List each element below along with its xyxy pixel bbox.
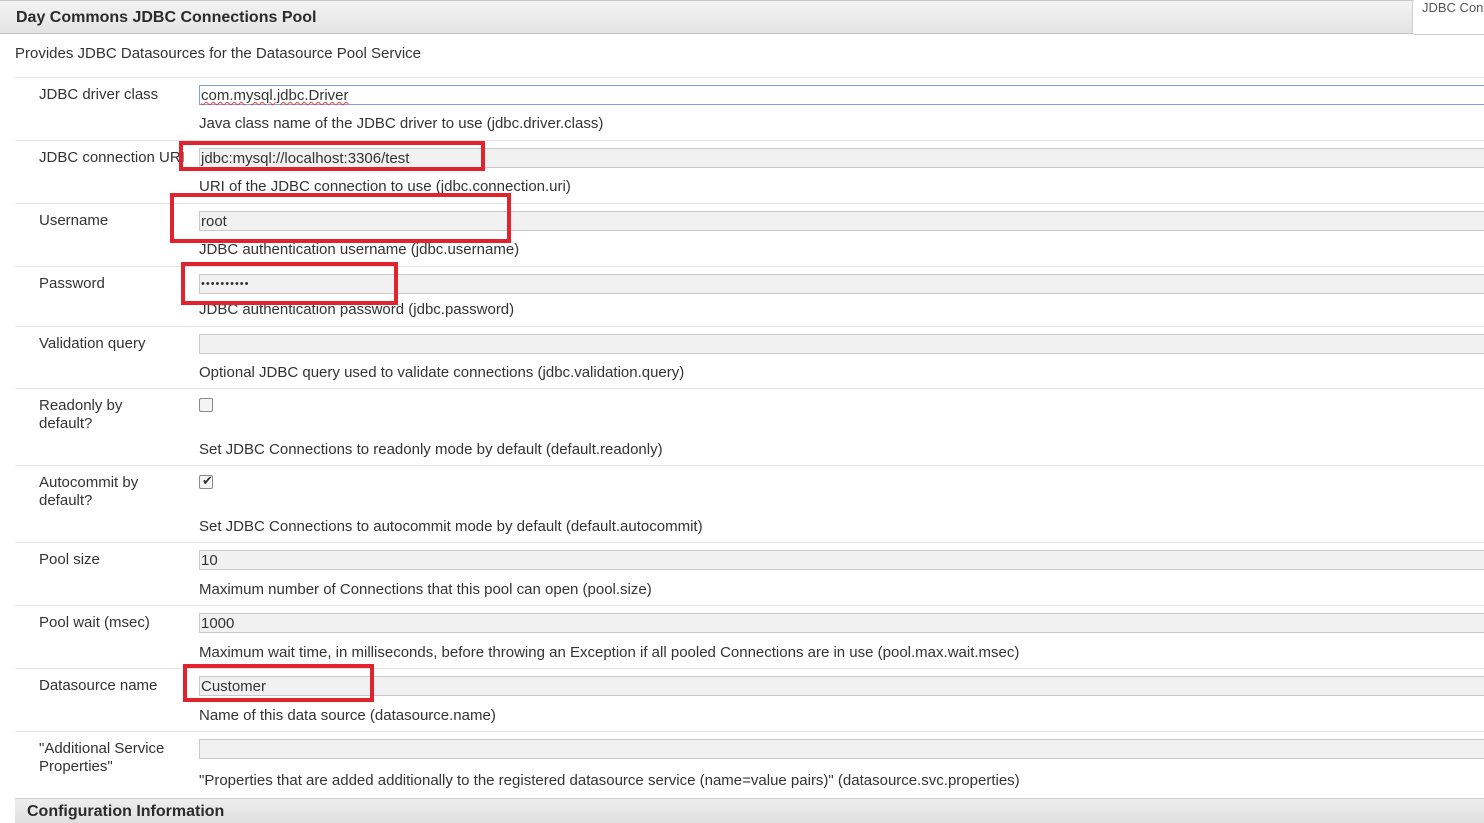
- field-description: Set JDBC Connections to readonly mode by…: [199, 441, 663, 458]
- field-description: Set JDBC Connections to autocommit mode …: [199, 518, 703, 535]
- field-row-readonly: Readonly by default? Set JDBC Connection…: [15, 388, 1484, 465]
- field-row-driver-class: JDBC driver class com.mysql.jdbc.Driver …: [15, 77, 1484, 140]
- config-dialog: Day Commons JDBC Connections Pool JDBC C…: [0, 0, 1484, 823]
- field-label: Readonly by default?: [39, 397, 123, 432]
- highlight-box-password: [181, 262, 398, 305]
- field-label: Pool wait (msec): [39, 614, 150, 631]
- highlight-box-username: [170, 193, 511, 243]
- side-tab[interactable]: JDBC Con: [1412, 0, 1484, 35]
- field-label: JDBC connection URI: [39, 149, 185, 166]
- field-row-pool-size: Pool size 10 Maximum number of Connectio…: [15, 542, 1484, 605]
- field-description: Maximum wait time, in milliseconds, befo…: [199, 644, 1020, 661]
- field-row-validation-query: Validation query Optional JDBC query use…: [15, 326, 1484, 388]
- side-tab-label: JDBC Con: [1422, 0, 1484, 15]
- field-row-service-properties: "Additional Service Properties" "Propert…: [15, 731, 1484, 798]
- field-description: JDBC authentication username (jdbc.usern…: [199, 241, 520, 258]
- driver-class-input[interactable]: com.mysql.jdbc.Driver: [199, 85, 1484, 105]
- field-description: Name of this data source (datasource.nam…: [199, 707, 496, 724]
- field-description: Optional JDBC query used to validate con…: [199, 364, 685, 381]
- field-row-autocommit: Autocommit by default? ✔ Set JDBC Connec…: [15, 465, 1484, 542]
- highlight-box-datasource-name: [183, 664, 374, 702]
- field-value: com.mysql.jdbc.Driver: [201, 87, 349, 104]
- field-label: Pool size: [39, 551, 100, 568]
- autocommit-checkbox[interactable]: ✔: [199, 473, 213, 489]
- pool-wait-input[interactable]: 1000: [199, 613, 1484, 633]
- field-label: Datasource name: [39, 677, 158, 694]
- field-label: "Additional Service Properties": [39, 740, 165, 775]
- configuration-information-bar[interactable]: Configuration Information: [15, 798, 1484, 823]
- field-row-pool-wait: Pool wait (msec) 1000 Maximum wait time,…: [15, 605, 1484, 668]
- dialog-header: Day Commons JDBC Connections Pool JDBC C…: [0, 0, 1484, 35]
- field-label: Password: [39, 275, 105, 292]
- validation-query-input[interactable]: [199, 334, 1484, 354]
- field-label: Validation query: [39, 335, 146, 352]
- check-icon: ✔: [202, 473, 213, 488]
- dialog-description: Provides JDBC Datasources for the Dataso…: [15, 45, 422, 62]
- field-label: Autocommit by default?: [39, 474, 139, 509]
- section-title: Configuration Information: [27, 803, 225, 820]
- field-label: Username: [39, 212, 109, 229]
- readonly-checkbox[interactable]: [199, 398, 213, 412]
- service-properties-input[interactable]: [199, 739, 1484, 759]
- datasource-name-input[interactable]: Customer: [199, 676, 1484, 696]
- field-value: 10: [201, 552, 218, 569]
- field-label: JDBC driver class: [39, 86, 159, 103]
- dialog-title: Day Commons JDBC Connections Pool: [16, 9, 317, 26]
- field-description: "Properties that are added additionally …: [199, 772, 1020, 789]
- highlight-box-connection-uri: [179, 141, 485, 171]
- field-description: Maximum number of Connections that this …: [199, 581, 652, 598]
- field-value: 1000: [201, 615, 235, 632]
- field-description: Java class name of the JDBC driver to us…: [199, 115, 604, 132]
- pool-size-input[interactable]: 10: [199, 550, 1484, 570]
